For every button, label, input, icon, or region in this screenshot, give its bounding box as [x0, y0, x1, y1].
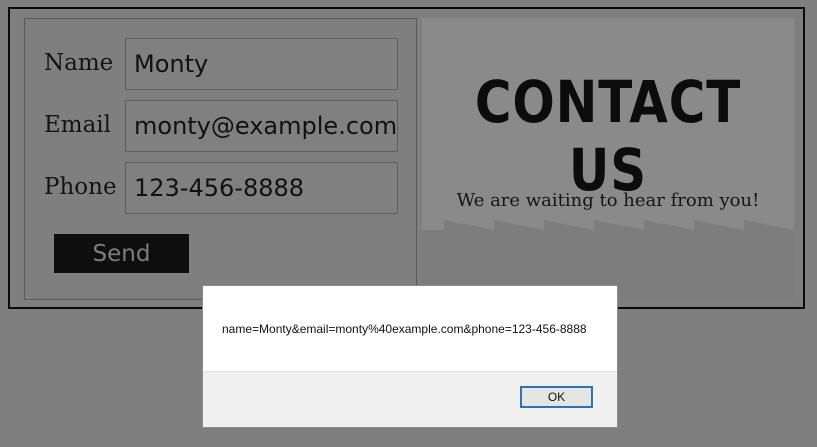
contact-subtitle: We are waiting to hear from you!: [456, 190, 760, 211]
contact-title: CONTACT US: [474, 68, 742, 204]
alert-message: name=Monty&email=monty%40example.com&pho…: [222, 322, 587, 336]
alert-dialog: name=Monty&email=monty%40example.com&pho…: [202, 285, 618, 428]
phone-input[interactable]: [125, 162, 398, 214]
phone-label: Phone: [44, 174, 117, 200]
ok-button[interactable]: OK: [520, 386, 593, 408]
contact-banner: CONTACT US We are waiting to hear from y…: [422, 18, 794, 300]
alert-footer: OK: [203, 371, 617, 427]
email-label: Email: [44, 112, 112, 138]
send-button[interactable]: Send: [54, 234, 189, 273]
email-input[interactable]: [125, 100, 398, 152]
name-input[interactable]: [125, 38, 398, 90]
name-label: Name: [44, 50, 114, 76]
